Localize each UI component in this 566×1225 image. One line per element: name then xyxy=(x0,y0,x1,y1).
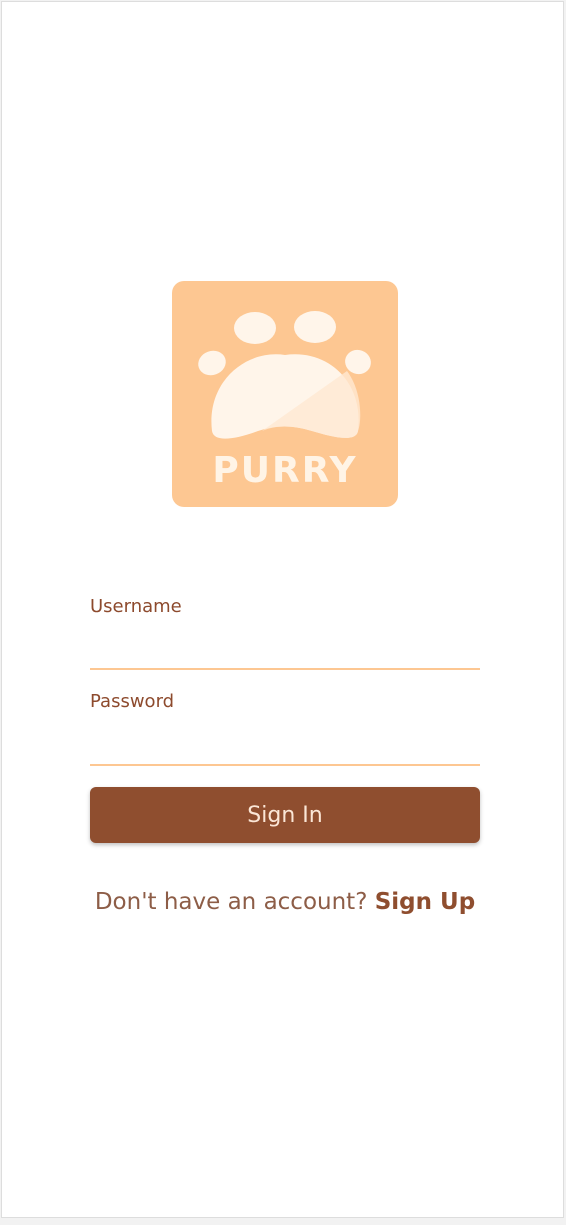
signup-prompt-row: Don't have an account? Sign Up xyxy=(2,889,566,915)
password-input[interactable] xyxy=(90,730,480,766)
app-name: PURRY xyxy=(212,450,358,491)
app-logo: PURRY xyxy=(172,281,398,507)
password-label: Password xyxy=(90,691,175,712)
login-screen: PURRY Username Password Sign In Don't ha… xyxy=(1,1,564,1218)
sign-in-button[interactable]: Sign In xyxy=(90,787,480,843)
username-input[interactable] xyxy=(90,634,480,670)
username-label: Username xyxy=(90,596,182,617)
signup-prompt-text: Don't have an account? xyxy=(94,889,368,915)
sign-up-link[interactable]: Sign Up xyxy=(375,889,475,915)
